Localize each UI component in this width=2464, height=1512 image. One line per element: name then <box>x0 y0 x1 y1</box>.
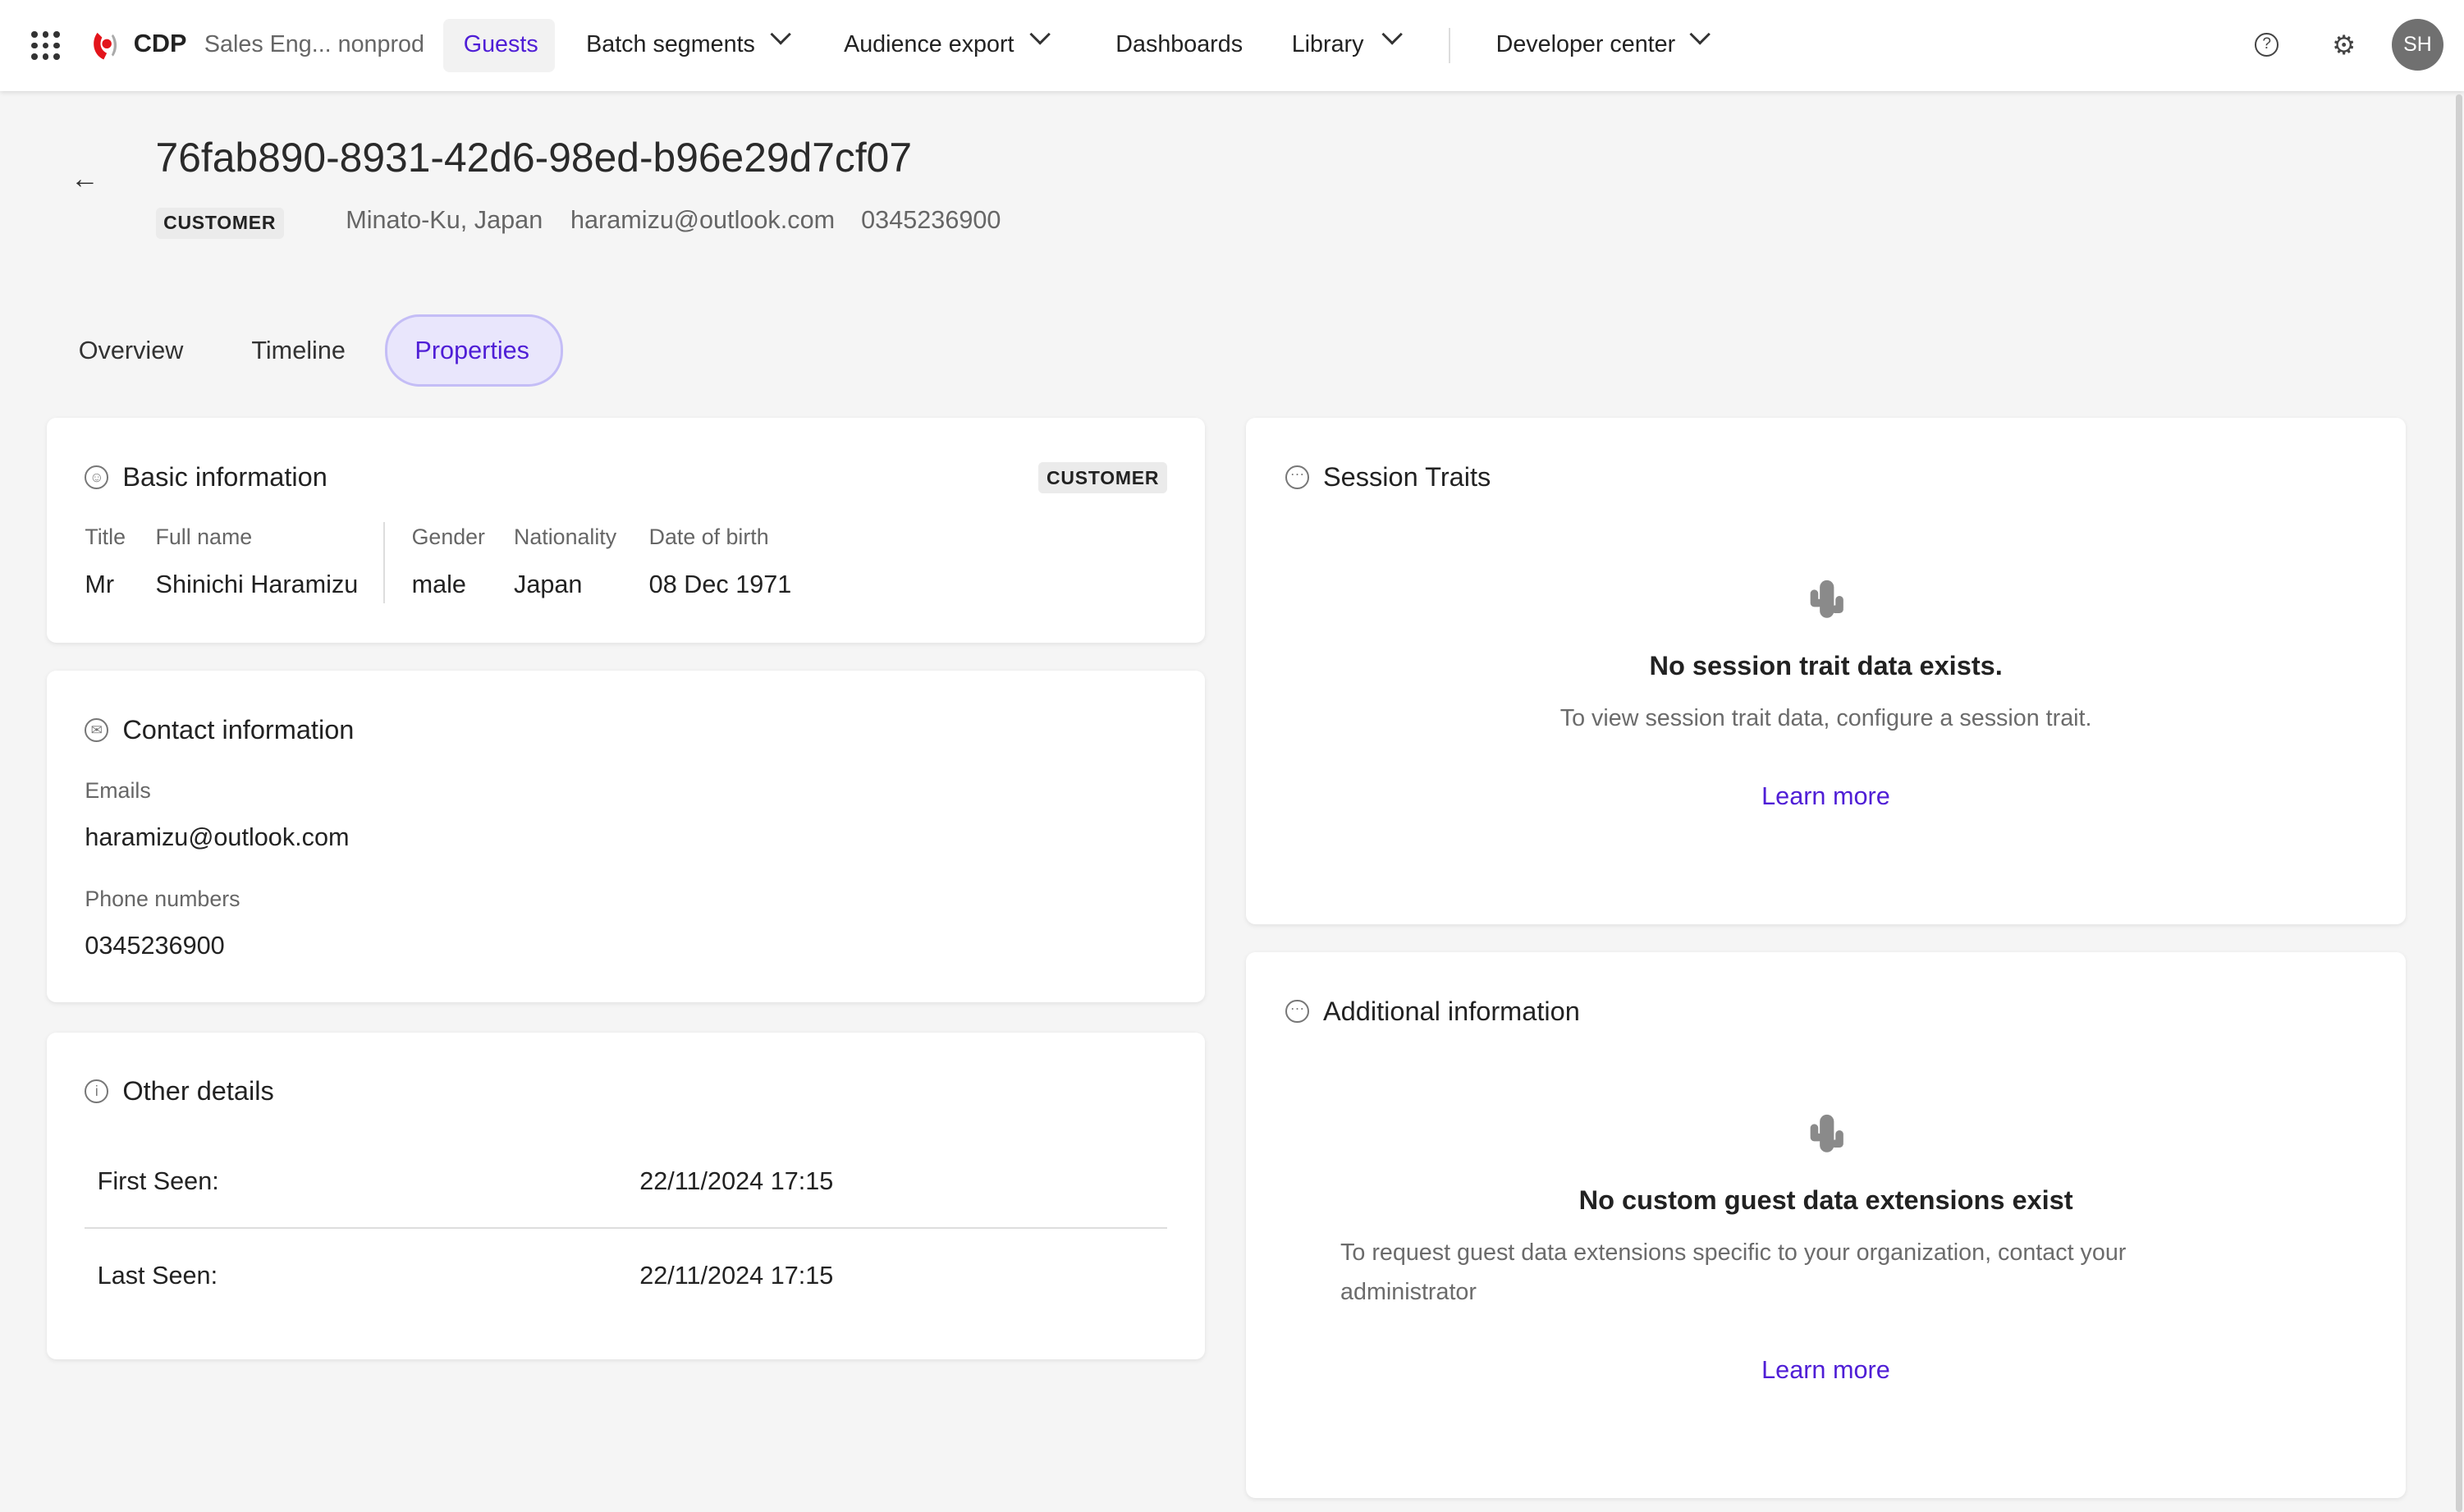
chevron-down-icon <box>1689 23 1711 45</box>
nav-batch-segments[interactable]: Batch segments <box>586 31 755 58</box>
more-circle-icon: ··· <box>1285 999 1309 1024</box>
field-value: Mr <box>85 570 115 598</box>
app-root: CDP Sales Eng... nonprod Guests Batch se… <box>0 0 2464 1512</box>
divider <box>383 521 386 604</box>
empty-subtitle: To view session trait data, configure a … <box>1559 704 2092 731</box>
user-circle-icon: ☺ <box>85 465 109 489</box>
page-title: 76fab890-8931-42d6-98ed-b96e29d7cf07 <box>155 134 912 181</box>
more-circle-icon: ··· <box>1285 465 1309 489</box>
header-location: Minato-Ku, Japan <box>346 205 543 234</box>
card-title: Contact information <box>122 715 355 745</box>
header-phone: 0345236900 <box>861 205 1001 234</box>
customer-badge: CUSTOMER <box>155 207 284 240</box>
card-title: Additional information <box>1322 996 1580 1026</box>
brand-name[interactable]: CDP <box>134 30 187 58</box>
nav-dashboards[interactable]: Dashboards <box>1115 31 1243 58</box>
field-label: Gender <box>411 525 485 550</box>
field-value: 08 Dec 1971 <box>648 570 792 598</box>
contact-information-card: ✉ Contact information Emails haramizu@ou… <box>47 671 1206 1003</box>
field-label: Full name <box>155 525 253 550</box>
tab-overview[interactable]: Overview <box>79 337 184 365</box>
top-bar: CDP Sales Eng... nonprod Guests Batch se… <box>0 0 2464 92</box>
settings-icon[interactable]: ⚙ <box>2332 30 2356 61</box>
nav-library[interactable]: Library <box>1292 31 1364 58</box>
last-seen-label: Last Seen: <box>97 1262 218 1290</box>
empty-title: No custom guest data extensions exist <box>1578 1184 2073 1215</box>
avatar[interactable]: SH <box>2391 18 2444 71</box>
org-name[interactable]: Sales Eng... nonprod <box>204 31 424 58</box>
chevron-down-icon <box>1381 23 1403 45</box>
empty-subtitle: To request guest data extensions specifi… <box>1340 1239 2127 1305</box>
card-title: Basic information <box>122 461 327 492</box>
emails-label: Emails <box>85 777 151 803</box>
learn-more-link[interactable]: Learn more <box>1761 782 1890 811</box>
mail-icon: ✉ <box>85 717 109 742</box>
field-value: Japan <box>514 570 583 598</box>
field-value: male <box>411 570 466 598</box>
other-details-card: i Other details First Seen: 22/11/2024 1… <box>47 1032 1206 1360</box>
help-icon[interactable]: ? <box>2255 33 2279 57</box>
nav-guests-label[interactable]: Guests <box>464 31 538 58</box>
email-value: haramizu@outlook.com <box>85 823 350 852</box>
field-label: Title <box>85 525 126 550</box>
first-seen-label: First Seen: <box>97 1167 219 1196</box>
card-title: Other details <box>122 1076 274 1107</box>
nav-audience-export[interactable]: Audience export <box>844 31 1014 58</box>
info-icon: i <box>85 1079 109 1104</box>
cdp-logo-icon <box>94 33 117 60</box>
last-seen-value: 22/11/2024 17:15 <box>639 1262 834 1290</box>
phones-label: Phone numbers <box>85 886 240 911</box>
tab-properties-label[interactable]: Properties <box>414 337 529 365</box>
header-email: haramizu@outlook.com <box>570 205 836 234</box>
apps-grid-icon[interactable] <box>31 31 60 60</box>
basic-information-card: ☺ Basic information CUSTOMER Title Mr Fu… <box>47 418 1206 644</box>
additional-information-card: ··· Additional information No custom gue… <box>1246 952 2407 1498</box>
back-arrow-icon[interactable]: ← <box>71 163 98 195</box>
divider <box>85 1227 1168 1230</box>
chevron-down-icon <box>1029 23 1051 45</box>
field-label: Nationality <box>514 525 617 550</box>
session-traits-card: ··· Session Traits No session trait data… <box>1246 418 2407 924</box>
chevron-down-icon <box>770 23 792 45</box>
first-seen-value: 22/11/2024 17:15 <box>639 1167 834 1196</box>
tab-timeline[interactable]: Timeline <box>251 337 346 365</box>
nav-divider <box>1449 28 1451 63</box>
cactus-icon <box>1810 1114 1843 1152</box>
nav-developer-center[interactable]: Developer center <box>1496 31 1676 58</box>
empty-title: No session trait data exists. <box>1649 650 2003 680</box>
field-label: Date of birth <box>648 525 769 550</box>
cactus-icon <box>1810 580 1843 618</box>
learn-more-link[interactable]: Learn more <box>1761 1356 1890 1385</box>
field-value: Shinichi Haramizu <box>155 570 359 598</box>
phone-value: 0345236900 <box>85 932 225 960</box>
customer-badge: CUSTOMER <box>1038 461 1167 494</box>
card-title: Session Traits <box>1322 461 1491 492</box>
scrollbar[interactable] <box>2456 94 2463 1512</box>
